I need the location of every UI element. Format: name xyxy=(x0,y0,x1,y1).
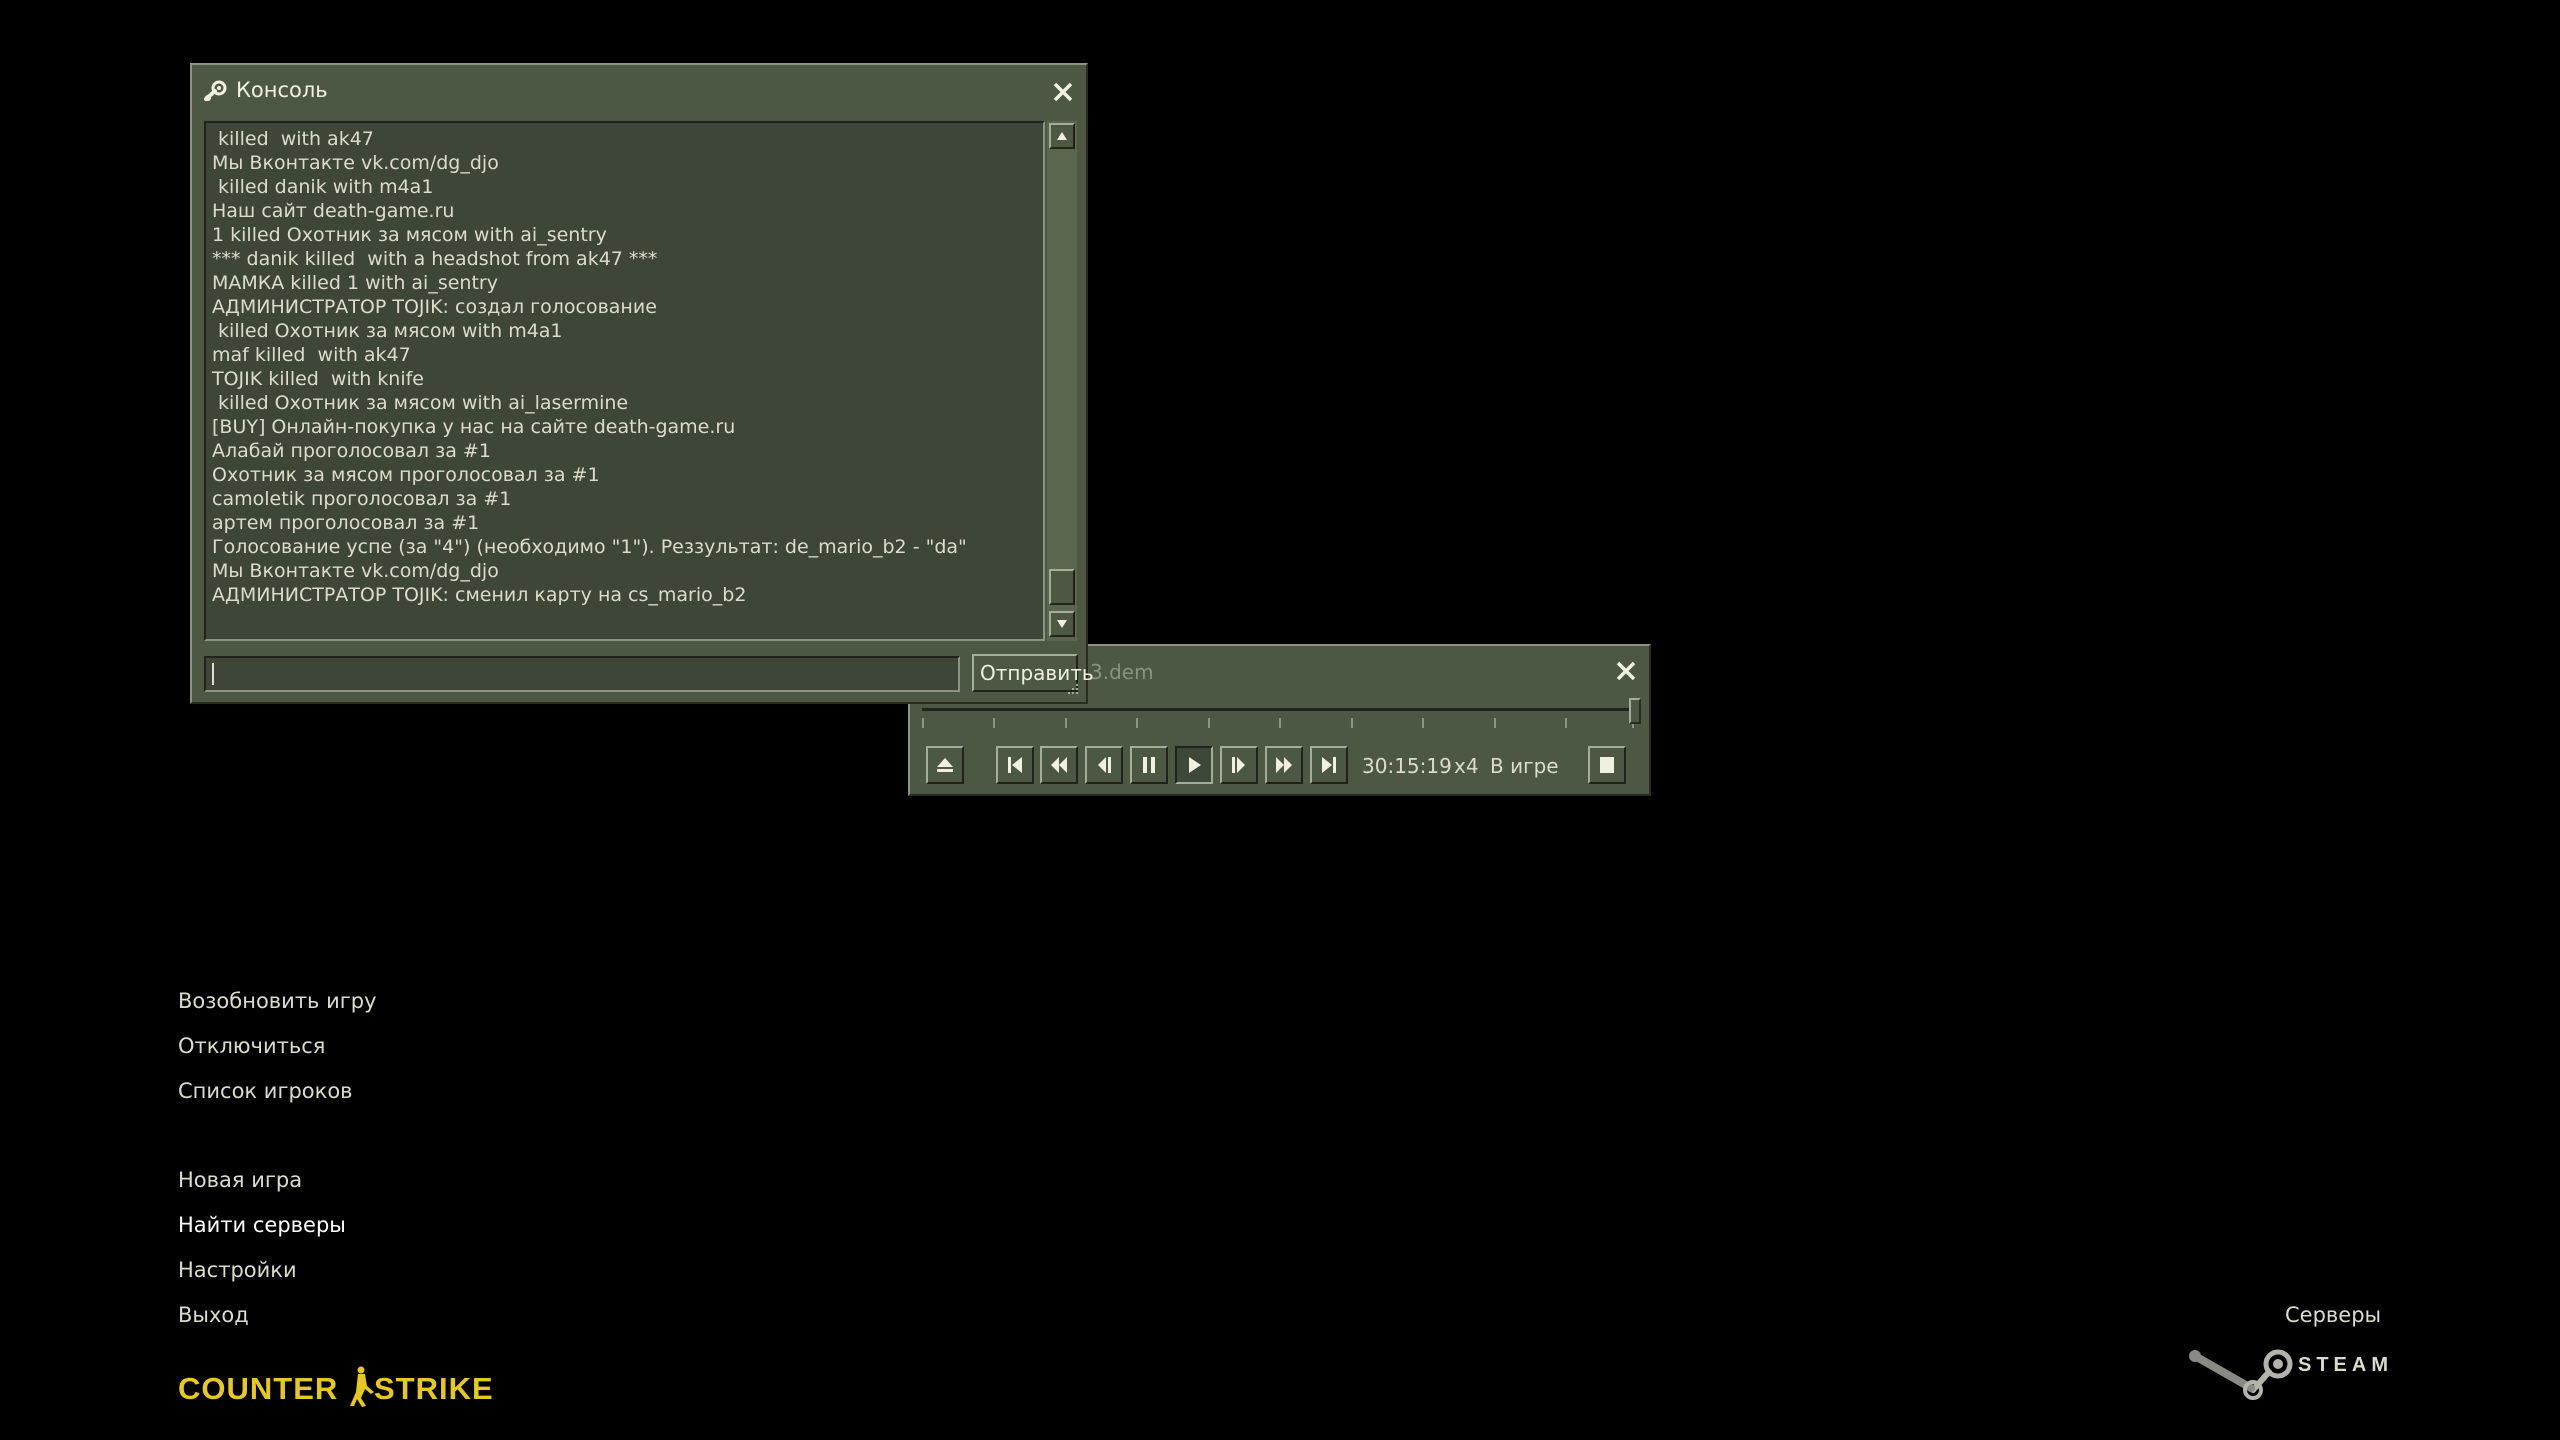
demo-speed: x4 xyxy=(1454,754,1479,778)
demo-time: 30:15:19 xyxy=(1362,754,1452,778)
demo-status: В игре xyxy=(1490,754,1559,778)
scroll-thumb[interactable] xyxy=(1049,569,1075,605)
demo-title: 3.dem xyxy=(1090,660,1154,684)
footer-servers-link[interactable]: Серверы xyxy=(2285,1303,2381,1327)
menu-disconnect[interactable]: Отключиться xyxy=(178,1034,325,1058)
console-line: killed with ak47 xyxy=(212,128,374,150)
scroll-up-button[interactable] xyxy=(1049,123,1075,149)
step-forward-button[interactable] xyxy=(1220,746,1258,784)
step-back-icon xyxy=(1098,757,1111,773)
arrow-down-icon xyxy=(1057,620,1067,628)
console-input[interactable] xyxy=(204,656,960,692)
console-line: АДМИНИСТРАТОР TOJIK: сменил карту на cs_… xyxy=(212,584,747,606)
steam-icon xyxy=(204,80,227,101)
text-caret xyxy=(212,663,214,685)
console-line: camoletik проголосовал за #1 xyxy=(212,488,512,510)
console-line: артем проголосовал за #1 xyxy=(212,512,480,534)
console-line: TOJIK killed with knife xyxy=(212,368,424,390)
fast-forward-icon xyxy=(1276,757,1292,773)
counter-strike-logo: COUNTER STRIKE xyxy=(178,1366,494,1407)
console-line: МАМКА killed 1 with ai_sentry xyxy=(212,272,498,294)
demo-progress-ticks xyxy=(922,718,1634,728)
console-line: Охотник за мясом проголосовал за #1 xyxy=(212,464,600,486)
console-titlebar[interactable]: Консоль xyxy=(192,65,1086,117)
console-line: killed Охотник за мясом with ai_lasermin… xyxy=(212,392,629,414)
arrow-up-icon xyxy=(1057,132,1067,140)
demo-close-icon[interactable] xyxy=(1613,658,1639,684)
stop-icon xyxy=(1600,757,1614,773)
console-title: Консоль xyxy=(236,78,328,102)
console-line: Мы Вконтакте vk.com/dg_djo xyxy=(212,152,499,174)
skip-start-icon xyxy=(1008,757,1022,773)
console-line: АДМИНИСТРАТОР TOJIK: создал голосование xyxy=(212,296,657,318)
fast-forward-button[interactable] xyxy=(1265,746,1303,784)
menu-resume-game[interactable]: Возобновить игру xyxy=(178,989,377,1013)
stop-button[interactable] xyxy=(1588,746,1626,784)
console-window[interactable]: Консоль killed with ak47 Мы Вконтакте vk.… xyxy=(190,63,1094,704)
svg-text:STRIKE: STRIKE xyxy=(374,1371,494,1406)
skip-end-icon xyxy=(1322,757,1336,773)
pause-icon xyxy=(1143,757,1155,773)
play-button[interactable] xyxy=(1175,746,1213,784)
steam-logo-icon xyxy=(2189,1349,2293,1400)
pause-button[interactable] xyxy=(1130,746,1168,784)
menu-settings[interactable]: Настройки xyxy=(178,1258,297,1282)
send-button[interactable]: Отправить xyxy=(972,654,1094,692)
console-close-icon[interactable] xyxy=(1050,79,1076,105)
rewind-button[interactable] xyxy=(1040,746,1078,784)
eject-button[interactable] xyxy=(926,746,964,784)
console-line: maf killed with ak47 xyxy=(212,344,411,366)
skip-start-button[interactable] xyxy=(996,746,1034,784)
eject-icon xyxy=(937,758,953,772)
console-line: Голосование успе (за "4") (необходимо "1… xyxy=(212,536,967,558)
demo-progress-thumb[interactable] xyxy=(1629,698,1641,724)
step-forward-icon xyxy=(1232,757,1245,773)
svg-text:COUNTER: COUNTER xyxy=(178,1371,338,1406)
demo-progress-track[interactable] xyxy=(922,708,1639,711)
play-icon xyxy=(1189,757,1201,773)
skip-end-button[interactable] xyxy=(1310,746,1348,784)
menu-player-list[interactable]: Список игроков xyxy=(178,1079,353,1103)
steam-logo: STEAM xyxy=(2185,1344,2388,1404)
console-line: killed danik with m4a1 xyxy=(212,176,434,198)
console-log[interactable]: killed with ak47 Мы Вконтакте vk.com/dg_d… xyxy=(204,121,1045,641)
console-line: Алабай проголосовал за #1 xyxy=(212,440,491,462)
rewind-icon xyxy=(1051,757,1067,773)
console-line: killed Охотник за мясом with m4a1 xyxy=(212,320,563,342)
console-line: [BUY] Онлайн-покупка у нас на сайте deat… xyxy=(212,416,736,438)
console-line: Мы Вконтакте vk.com/dg_djo xyxy=(212,560,499,582)
step-back-button[interactable] xyxy=(1085,746,1123,784)
console-line: 1 killed Охотник за мясом with ai_sentry xyxy=(212,224,607,246)
menu-find-servers[interactable]: Найти серверы xyxy=(178,1213,346,1237)
resize-grip-icon[interactable] xyxy=(1064,680,1080,696)
scroll-down-button[interactable] xyxy=(1049,611,1075,637)
console-scrollbar[interactable] xyxy=(1047,121,1077,641)
steam-wordmark: STEAM xyxy=(2298,1354,2393,1376)
console-line: Наш сайт death-game.ru xyxy=(212,200,455,222)
console-line: *** danik killed with a headshot from ak… xyxy=(212,248,658,270)
menu-new-game[interactable]: Новая игра xyxy=(178,1168,302,1192)
menu-quit[interactable]: Выход xyxy=(178,1303,249,1327)
